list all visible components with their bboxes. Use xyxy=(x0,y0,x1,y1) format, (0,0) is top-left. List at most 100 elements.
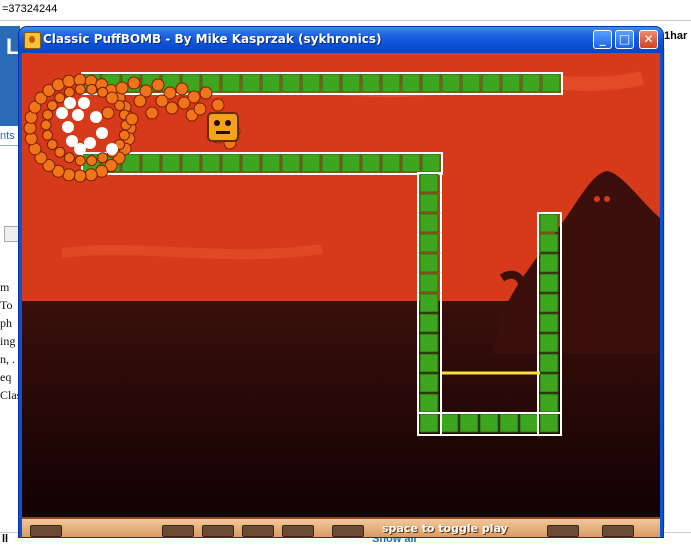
puff-particle xyxy=(127,76,141,90)
smoke-particle xyxy=(90,111,102,123)
block-tile xyxy=(401,153,421,173)
game-scene[interactable] xyxy=(22,53,660,517)
puff-particle xyxy=(24,132,38,146)
block-tile xyxy=(241,73,261,93)
puff-particle xyxy=(133,94,147,108)
block-tile xyxy=(419,413,439,433)
block-tile xyxy=(221,153,241,173)
tool-slot[interactable] xyxy=(162,525,194,537)
smoke-particle xyxy=(106,143,118,155)
block-tile xyxy=(461,73,481,93)
puff-particle xyxy=(42,109,54,121)
block-tile xyxy=(421,153,441,173)
background-url-text: =37324244 xyxy=(2,3,58,15)
puff-particle xyxy=(115,81,129,95)
minimize-button[interactable]: _ xyxy=(593,30,612,49)
smoke-particle xyxy=(74,143,86,155)
minimize-icon: _ xyxy=(599,32,606,46)
title-bar[interactable]: Classic PuffBOMB - By Mike Kasprzak (syk… xyxy=(19,27,663,53)
game-viewport[interactable]: space to toggle play xyxy=(22,53,660,537)
smoke-particle xyxy=(84,137,96,149)
puff-particle xyxy=(62,74,76,88)
puff-particle xyxy=(54,146,66,158)
game-window: Classic PuffBOMB - By Mike Kasprzak (syk… xyxy=(19,27,663,537)
block-tile xyxy=(419,373,439,393)
close-button[interactable]: ✕ xyxy=(639,30,658,49)
block-tile xyxy=(419,273,439,293)
tool-slot[interactable] xyxy=(242,525,274,537)
block-tile xyxy=(419,393,439,413)
maximize-icon: □ xyxy=(618,32,631,46)
block-tile xyxy=(539,293,559,313)
puff-particle xyxy=(86,83,98,95)
background-header-letter: L xyxy=(6,34,20,59)
block-tile xyxy=(499,413,519,433)
puff-particle xyxy=(97,152,109,164)
block-tile xyxy=(221,73,241,93)
block-tile xyxy=(419,293,439,313)
background-right-text: 1har xyxy=(664,30,688,42)
block-tile xyxy=(419,333,439,353)
puffbomb-app-icon xyxy=(24,32,41,49)
block-tile xyxy=(419,173,439,193)
block-tile xyxy=(261,153,281,173)
puff-particle xyxy=(175,82,189,96)
puffbomb-character[interactable] xyxy=(207,112,239,142)
block-tile xyxy=(381,73,401,93)
cloud-swirl xyxy=(61,244,323,260)
puff-particle xyxy=(151,78,165,92)
block-tile xyxy=(539,353,559,373)
block-tile xyxy=(539,273,559,293)
block-tile xyxy=(459,413,479,433)
close-icon: ✕ xyxy=(643,32,654,46)
background-tab-text[interactable]: nts xyxy=(0,130,15,142)
block-tile xyxy=(241,153,261,173)
block-tile xyxy=(519,413,539,433)
tool-slot[interactable] xyxy=(282,525,314,537)
block-tile xyxy=(419,313,439,333)
tool-slot[interactable] xyxy=(30,525,62,537)
block-tile xyxy=(479,413,499,433)
tool-slot[interactable] xyxy=(602,525,634,537)
smoke-particle xyxy=(72,109,84,121)
puff-particle xyxy=(155,94,169,108)
block-tile xyxy=(539,413,559,433)
block-tile xyxy=(481,73,501,93)
background-bottom-text: ll xyxy=(2,533,9,545)
window-title: Classic PuffBOMB - By Mike Kasprzak (syk… xyxy=(43,32,382,46)
puff-particle xyxy=(193,102,207,116)
background-tool-icon[interactable] xyxy=(4,226,20,242)
block-tile xyxy=(441,73,461,93)
puff-particle xyxy=(63,152,75,164)
maximize-button[interactable]: □ xyxy=(615,30,634,49)
block-tile xyxy=(521,73,541,93)
game-status-bar: space to toggle play xyxy=(22,517,660,537)
puff-particle xyxy=(118,129,130,141)
play-hint: space to toggle play xyxy=(382,522,508,535)
puff-particle xyxy=(42,129,54,141)
smoke-particle xyxy=(64,97,76,109)
tool-slot[interactable] xyxy=(332,525,364,537)
mountain-eye xyxy=(594,196,600,202)
block-tile xyxy=(539,333,559,353)
tool-slot[interactable] xyxy=(547,525,579,537)
block-tile xyxy=(321,153,341,173)
background-right-column xyxy=(664,48,691,528)
block-tile xyxy=(201,153,221,173)
puff-particle xyxy=(54,92,66,104)
tool-slot[interactable] xyxy=(202,525,234,537)
block-tile xyxy=(419,253,439,273)
block-tile xyxy=(261,73,281,93)
smoke-particle xyxy=(96,127,108,139)
block-tile xyxy=(281,153,301,173)
block-tile xyxy=(181,153,201,173)
puff-particle xyxy=(73,169,87,183)
puff-particle xyxy=(46,100,58,112)
block-tile xyxy=(141,153,161,173)
block-tile xyxy=(381,153,401,173)
block-tile xyxy=(321,73,341,93)
puff-particle xyxy=(105,91,119,105)
block-tile xyxy=(539,373,559,393)
block-tile xyxy=(419,353,439,373)
puff-particle xyxy=(145,106,159,120)
